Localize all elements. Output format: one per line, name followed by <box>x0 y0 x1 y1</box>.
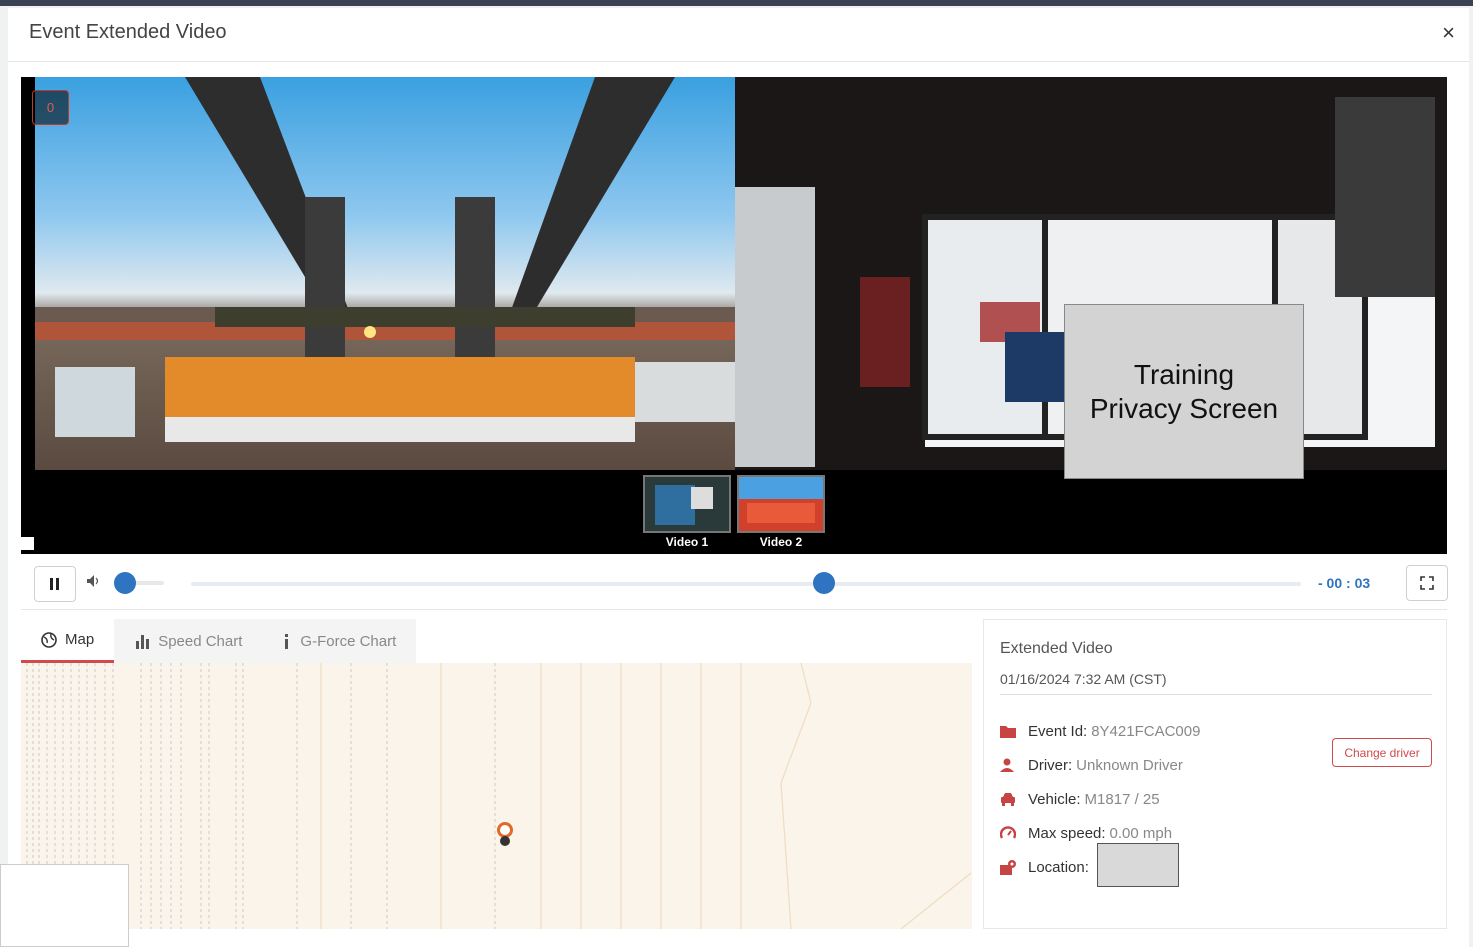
tab-speed-chart[interactable]: Speed Chart <box>114 619 263 663</box>
event-id-row: Event Id: 8Y421FCAC009 <box>1000 720 1200 742</box>
location-pin-icon[interactable] <box>496 822 514 848</box>
change-driver-button[interactable]: Change driver <box>1332 738 1432 767</box>
privacy-text-line1: Training <box>1133 358 1235 390</box>
modal-title: Event Extended Video <box>29 21 227 43</box>
volume-icon[interactable] <box>87 575 99 590</box>
vehicle-label: Vehicle: <box>1028 790 1081 808</box>
close-button[interactable]: × <box>1442 22 1455 44</box>
driver-value: Unknown Driver <box>1076 756 1183 774</box>
speedometer-icon <box>1000 826 1016 839</box>
user-icon <box>1000 758 1014 772</box>
event-info-panel: Extended Video 01/16/2024 7:32 AM (CST) … <box>983 619 1447 929</box>
driver-label: Driver: <box>1028 756 1073 774</box>
fullscreen-icon <box>1420 576 1434 590</box>
background-top-strip <box>0 0 1473 6</box>
max-speed-label: Max speed: <box>1028 824 1106 842</box>
player-controls: - 00 : 03 <box>21 554 1448 610</box>
map-marker-icon <box>1000 860 1016 875</box>
divider <box>1000 694 1432 695</box>
seek-bar[interactable] <box>191 582 1301 586</box>
remaining-time: - 00 : 03 <box>1318 575 1371 591</box>
video-1-label: Video 1 <box>665 535 709 549</box>
globe-icon <box>41 631 57 648</box>
driver-row: Driver: Unknown Driver <box>1000 754 1183 776</box>
location-label: Location: <box>1028 858 1089 876</box>
tab-map[interactable]: Map <box>21 619 115 663</box>
video-1-thumbnail[interactable] <box>643 475 731 533</box>
event-date: 01/16/2024 7:32 AM (CST) <box>1000 671 1167 687</box>
pause-button[interactable] <box>34 566 76 602</box>
road-camera-view <box>35 77 735 470</box>
modal-header: Event Extended Video × <box>8 8 1469 62</box>
event-id-value: 8Y421FCAC009 <box>1091 722 1201 740</box>
privacy-text-line2: Privacy Screen <box>1089 392 1279 424</box>
player-corner-marker <box>21 537 34 550</box>
map-view[interactable] <box>21 663 972 929</box>
road-camera-image <box>35 77 735 442</box>
event-id-label: Event Id: <box>1028 722 1088 740</box>
privacy-screen-overlay: Training Privacy Screen <box>1064 304 1304 479</box>
pause-icon <box>50 578 59 590</box>
detail-tabs: Map Speed Chart G-Force Chart <box>21 619 417 663</box>
location-row: Location: <box>1000 856 1089 878</box>
video-2-thumbnail[interactable] <box>737 475 825 533</box>
map-tracks <box>26 663 972 929</box>
volume-knob[interactable] <box>114 572 136 594</box>
vehicle-value: M1817 / 25 <box>1084 790 1160 808</box>
tab-g-force-chart[interactable]: G-Force Chart <box>262 619 417 663</box>
event-counter-badge: 0 <box>32 90 69 125</box>
folder-icon <box>1000 725 1016 738</box>
seek-knob[interactable] <box>812 572 835 594</box>
fullscreen-button[interactable] <box>1406 565 1448 601</box>
tab-map-label: Map <box>65 631 95 648</box>
max-speed-row: Max speed: 0.00 mph <box>1000 822 1172 844</box>
tab-g-force-label: G-Force Chart <box>300 632 397 650</box>
location-redacted-box <box>1097 843 1179 887</box>
info-title: Extended Video <box>1000 640 1113 657</box>
info-icon <box>285 634 289 649</box>
video-2-label: Video 2 <box>759 535 803 549</box>
car-icon <box>1001 793 1015 806</box>
video-player[interactable]: 0 Training Privacy Screen Video 1 Video … <box>21 77 1447 554</box>
max-speed-value: 0.00 mph <box>1109 824 1173 842</box>
vehicle-row: Vehicle: M1817 / 25 <box>1000 788 1160 810</box>
tab-speed-chart-label: Speed Chart <box>158 632 243 650</box>
map-overlay-box <box>0 864 129 947</box>
bar-chart-icon <box>136 635 150 649</box>
